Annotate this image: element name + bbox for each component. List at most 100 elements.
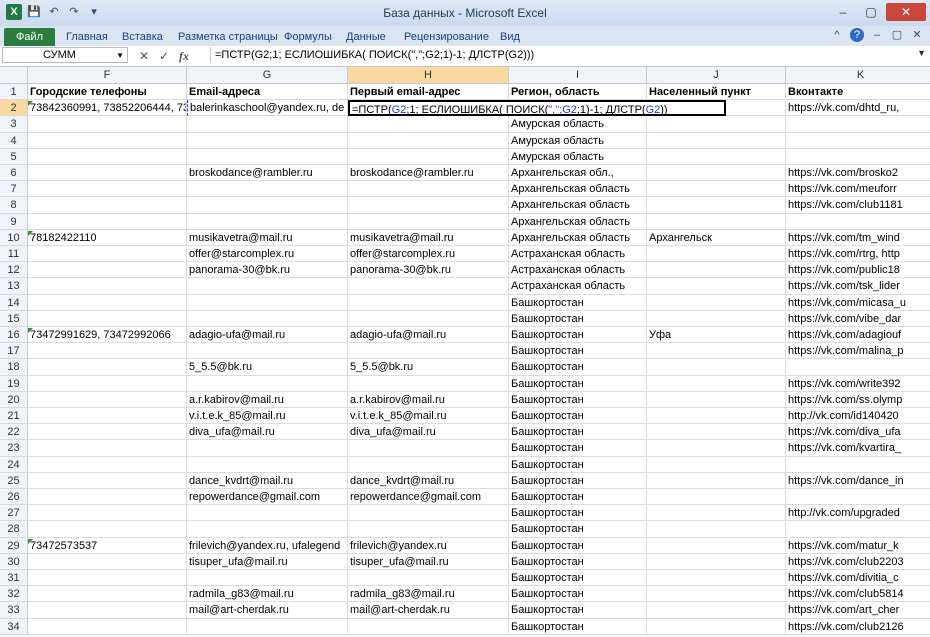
cell-g15[interactable] [187,310,348,327]
tab-page-layout[interactable]: Разметка страницы [178,28,278,46]
cell-h15[interactable] [348,310,509,327]
cell-h17[interactable] [348,343,509,360]
cell-g3[interactable] [187,116,348,133]
cell-j28[interactable] [647,521,786,538]
cell-h11[interactable]: offer@starcomplex.ru [348,246,509,263]
row-header-22[interactable]: 22 [0,424,28,441]
tab-home[interactable]: Главная [66,28,108,46]
cell-h20[interactable]: a.r.kabirov@mail.ru [348,391,509,408]
cell-i33[interactable]: Башкортостан [509,602,647,619]
cell-i25[interactable]: Башкортостан [509,472,647,489]
cell-g25[interactable]: dance_kvdrt@mail.ru [187,472,348,489]
column-header-i[interactable]: I [509,67,647,84]
cell-h30[interactable]: tisuper_ufa@mail.ru [348,553,509,570]
cell-h9[interactable] [348,213,509,230]
cell-i28[interactable]: Башкортостан [509,521,647,538]
row-header-30[interactable]: 30 [0,553,28,570]
row-header-3[interactable]: 3 [0,116,28,133]
cell-k24[interactable] [786,457,930,473]
row-header-6[interactable]: 6 [0,165,28,182]
row-header-28[interactable]: 28 [0,521,28,538]
cell-h28[interactable] [348,521,509,538]
cell-j16[interactable]: Уфа [647,327,786,344]
cell-i15[interactable]: Башкортостан [509,310,647,327]
row-header-7[interactable]: 7 [0,181,28,198]
insert-function-icon[interactable]: fx [178,48,190,64]
header-cell-f[interactable]: Городские телефоны [28,84,187,101]
header-cell-h[interactable]: Первый email-адрес [348,84,509,101]
cell-f12[interactable] [28,262,187,279]
cell-j30[interactable] [647,553,786,570]
row-header-26[interactable]: 26 [0,489,28,506]
cell-k20[interactable]: https://vk.com/ss.olymp [786,392,930,408]
cell-h4[interactable] [348,132,509,149]
cell-j6[interactable] [647,165,786,182]
cell-i30[interactable]: Башкортостан [509,553,647,570]
cell-j13[interactable] [647,278,786,295]
cell-g20[interactable]: a.r.kabirov@mail.ru [187,391,348,408]
cell-j29[interactable] [647,537,786,554]
maximize-button[interactable]: ▢ [858,3,884,21]
cell-k22[interactable]: https://vk.com/diva_ufa [786,424,930,441]
cell-g26[interactable]: repowerdance@gmail.com [187,489,348,506]
cell-h24[interactable] [348,456,509,473]
cell-f21[interactable] [28,408,187,425]
cell-k32[interactable]: https://vk.com/club5814 [786,586,930,603]
cell-j34[interactable] [647,618,786,635]
cell-h10[interactable]: musikavetra@mail.ru [348,229,509,246]
cell-h27[interactable] [348,505,509,522]
cell-i27[interactable]: Башкортостан [509,505,647,522]
column-header-j[interactable]: J [647,67,786,84]
row-header-11[interactable]: 11 [0,246,28,263]
tab-data[interactable]: Данные [346,28,386,46]
help-icon[interactable]: ? [850,28,864,42]
cell-g8[interactable] [187,197,348,214]
cell-j31[interactable] [647,570,786,587]
cell-f18[interactable] [28,359,187,376]
cell-k9[interactable] [786,214,930,230]
cell-g18[interactable]: 5_5.5@bk.ru [187,359,348,376]
row-header-9[interactable]: 9 [0,213,28,230]
cell-i7[interactable]: Архангельская область [509,181,647,198]
cell-j8[interactable] [647,197,786,214]
cell-f16[interactable]: 73472991629, 73472992066 [28,327,187,344]
row-header-1[interactable]: 1 [0,84,28,101]
column-header-g[interactable]: G [187,67,348,84]
cell-k3[interactable] [786,116,930,133]
error-indicator-icon[interactable] [28,538,33,544]
cell-k11[interactable]: https://vk.com/rtrg, http [786,246,930,263]
cell-i14[interactable]: Башкортостан [509,294,647,311]
cell-g14[interactable] [187,294,348,311]
cell-g33[interactable]: mail@art-cherdak.ru [187,602,348,619]
cell-f22[interactable] [28,424,187,441]
cell-i5[interactable]: Амурская область [509,148,647,165]
cell-k15[interactable]: https://vk.com/vibe_dar [786,311,930,327]
row-header-8[interactable]: 8 [0,197,28,214]
tab-review[interactable]: Рецензирование [404,28,489,46]
cell-h31[interactable] [348,570,509,587]
cell-h6[interactable]: broskodance@rambler.ru [348,165,509,182]
row-header-14[interactable]: 14 [0,294,28,311]
row-header-21[interactable]: 21 [0,408,28,425]
row-header-33[interactable]: 33 [0,602,28,619]
header-cell-g[interactable]: Email-адреса [187,84,348,101]
row-header-2[interactable]: 2 [0,100,28,117]
cell-f9[interactable] [28,213,187,230]
cell-j24[interactable] [647,456,786,473]
cell-k12[interactable]: https://vk.com/public18 [786,262,930,279]
cell-j26[interactable] [647,489,786,506]
cell-f27[interactable] [28,505,187,522]
cell-h14[interactable] [348,294,509,311]
cell-k2[interactable]: https://vk.com/dhtd_ru, [786,100,930,117]
cell-f23[interactable] [28,440,187,457]
cell-h19[interactable] [348,375,509,392]
cell-i29[interactable]: Башкортостан [509,537,647,554]
cell-i24[interactable]: Башкортостан [509,456,647,473]
cell-i17[interactable]: Башкортостан [509,343,647,360]
cell-j4[interactable] [647,132,786,149]
cell-h8[interactable] [348,197,509,214]
cell-g7[interactable] [187,181,348,198]
cell-j22[interactable] [647,424,786,441]
error-indicator-icon[interactable] [28,101,33,107]
cell-h16[interactable]: adagio-ufa@mail.ru [348,327,509,344]
